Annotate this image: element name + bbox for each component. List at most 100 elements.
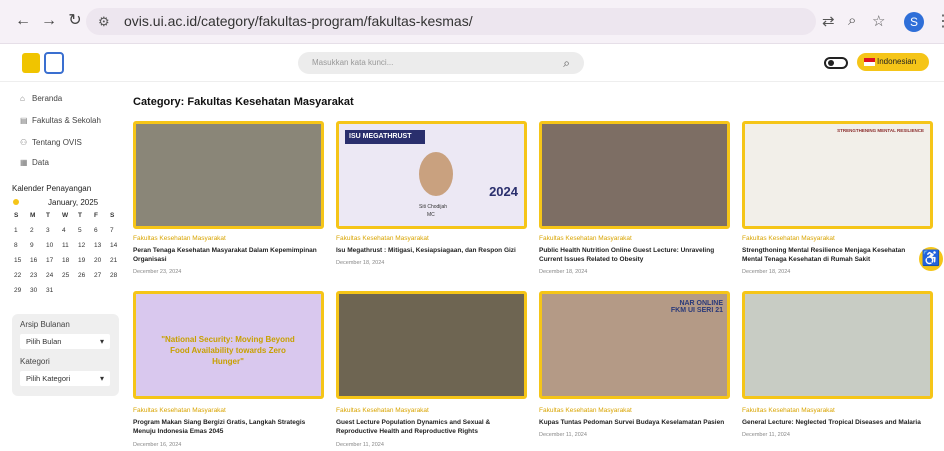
sidebar-item-fakultas[interactable]: ▤ Fakultas & Sekolah — [20, 116, 101, 125]
translate-icon[interactable]: ⇄ — [822, 12, 835, 30]
address-bar[interactable]: ⚙ ovis.ui.ac.id/category/fakultas-program… — [86, 8, 816, 35]
search-input[interactable]: Masukkan kata kunci... ⌕ — [298, 52, 584, 74]
card-date: December 18, 2024 — [742, 269, 791, 275]
thumb-speaker: Siti Chodijah — [419, 204, 448, 210]
sun-icon — [13, 199, 19, 205]
thumb-banner: STRENGTHENING MENTAL RESILIENCE — [837, 128, 924, 133]
calendar-day[interactable]: 17 — [46, 257, 62, 272]
calendar-day[interactable]: 6 — [94, 227, 110, 242]
weekday-label: T — [78, 212, 82, 219]
calendar-day[interactable]: 23 — [30, 272, 46, 287]
user-icon: ⚇ — [20, 138, 28, 147]
video-thumbnail[interactable]: STRENGTHENING MENTAL RESILIENCE — [742, 121, 933, 229]
home-icon: ⌂ — [20, 94, 25, 103]
calendar-day[interactable]: 4 — [62, 227, 78, 242]
calendar-month: January, 2025 — [48, 198, 99, 207]
card-title[interactable]: Public Health Nutrition Online Guest Lec… — [539, 246, 735, 264]
language-select[interactable]: Indonesian — [857, 53, 929, 71]
search-icon[interactable]: ⌕ — [563, 52, 570, 74]
video-thumbnail[interactable]: ISU MEGATHRUST Siti Chodijah MC 2024 — [336, 121, 527, 229]
calendar-day[interactable]: 28 — [110, 272, 126, 287]
card-title[interactable]: Kupas Tuntas Pedoman Survei Budaya Kesel… — [539, 418, 735, 427]
calendar-day[interactable]: 18 — [62, 257, 78, 272]
zoom-icon[interactable]: ⌕ — [848, 12, 856, 29]
calendar-day[interactable]: 30 — [30, 287, 46, 302]
video-thumbnail[interactable] — [336, 291, 527, 399]
url-text: ovis.ui.ac.id/category/fakultas-program/… — [124, 13, 473, 29]
card-category[interactable]: Fakultas Kesehatan Masyarakat — [336, 407, 429, 414]
card-title[interactable]: Strengthoning Mental Resilience Menjaga … — [742, 246, 924, 264]
calendar-day[interactable]: 29 — [14, 287, 30, 302]
calendar-day[interactable]: 27 — [94, 272, 110, 287]
site-info-icon[interactable]: ⚙ — [98, 8, 110, 35]
calendar-day[interactable]: 13 — [94, 242, 110, 257]
sidebar-item-data[interactable]: ▦ Data — [20, 158, 49, 167]
calendar-day[interactable]: 1 — [14, 227, 30, 242]
filter-panel: Arsip Bulanan Pilih Bulan Kategori Pilih… — [12, 314, 119, 396]
calendar-day[interactable]: 24 — [46, 272, 62, 287]
more-menu-icon[interactable]: ⋮ — [935, 11, 944, 31]
accessibility-icon[interactable]: ♿ — [919, 247, 943, 271]
calendar-day[interactable]: 3 — [46, 227, 62, 242]
calendar-day[interactable]: 11 — [62, 242, 78, 257]
weekday-label: S — [110, 212, 115, 219]
weekday-label: W — [62, 212, 69, 219]
sidebar-item-label: Fakultas & Sekolah — [32, 116, 101, 125]
ovis-logo[interactable] — [44, 52, 64, 74]
calendar-day[interactable]: 5 — [78, 227, 94, 242]
card-title[interactable]: Guest Lecture Population Dynamics and Se… — [336, 418, 516, 436]
card-title[interactable]: General Lecture: Neglected Tropical Dise… — [742, 418, 932, 427]
forward-icon[interactable]: → — [38, 10, 60, 32]
calendar-day[interactable]: 12 — [78, 242, 94, 257]
ui-logo[interactable] — [22, 53, 40, 73]
calendar-day[interactable]: 19 — [78, 257, 94, 272]
calendar-day[interactable]: 31 — [46, 287, 62, 302]
calendar-day[interactable]: 15 — [14, 257, 30, 272]
card-category[interactable]: Fakultas Kesehatan Masyarakat — [336, 235, 429, 242]
card-category[interactable]: Fakultas Kesehatan Masyarakat — [539, 235, 632, 242]
video-thumbnail[interactable] — [133, 121, 324, 229]
calendar-day[interactable]: 8 — [14, 242, 30, 257]
calendar-day[interactable]: 25 — [62, 272, 78, 287]
calendar-day[interactable]: 16 — [30, 257, 46, 272]
weekday-label: T — [46, 212, 50, 219]
calendar-day[interactable]: 7 — [110, 227, 126, 242]
theme-toggle[interactable] — [824, 57, 848, 69]
sidebar-item-tentang[interactable]: ⚇ Tentang OVIS — [20, 138, 82, 147]
calendar-day[interactable]: 22 — [14, 272, 30, 287]
reload-icon[interactable]: ↻ — [64, 10, 86, 32]
card-title[interactable]: Peran Tenaga Kesehatan Masyarakat Dalam … — [133, 246, 329, 264]
back-icon[interactable]: ← — [12, 10, 34, 32]
calendar-day[interactable]: 14 — [110, 242, 126, 257]
card-title[interactable]: Isu Megathrust : Mitigasi, Kesiapsiagaan… — [336, 246, 532, 255]
calendar-day[interactable]: 21 — [110, 257, 126, 272]
video-thumbnail[interactable]: NAR ONLINE FKM UI SERI 21 — [539, 291, 730, 399]
archive-select[interactable]: Pilih Bulan — [20, 334, 110, 349]
card-date: December 18, 2024 — [336, 260, 385, 266]
video-thumbnail[interactable] — [742, 291, 933, 399]
calendar-day[interactable]: 2 — [30, 227, 46, 242]
calendar-day[interactable]: 10 — [46, 242, 62, 257]
thumb-banner: ISU MEGATHRUST — [345, 130, 425, 144]
card-category[interactable]: Fakultas Kesehatan Masyarakat — [539, 407, 632, 414]
calendar-day[interactable]: 26 — [78, 272, 94, 287]
card-category[interactable]: Fakultas Kesehatan Masyarakat — [133, 407, 226, 414]
bookmark-star-icon[interactable]: ☆ — [872, 12, 885, 30]
thumb-role: MC — [427, 212, 435, 218]
sidebar-item-label: Data — [32, 158, 49, 167]
browser-toolbar: ← → ↻ ⚙ ovis.ui.ac.id/category/fakultas-p… — [0, 0, 944, 44]
card-date: December 23, 2024 — [133, 269, 182, 275]
video-thumbnail[interactable]: "National Security: Moving Beyond Food A… — [133, 291, 324, 399]
sidebar-item-beranda[interactable]: ⌂ Beranda — [20, 94, 62, 103]
card-category[interactable]: Fakultas Kesehatan Masyarakat — [742, 235, 835, 242]
card-title[interactable]: Program Makan Siang Bergizi Gratis, Lang… — [133, 418, 313, 436]
thumb-year: 2024 — [489, 184, 518, 199]
card-category[interactable]: Fakultas Kesehatan Masyarakat — [133, 235, 226, 242]
calendar-day[interactable]: 9 — [30, 242, 46, 257]
profile-avatar[interactable]: S — [904, 12, 924, 32]
category-select[interactable]: Pilih Kategori — [20, 371, 110, 386]
calendar-day[interactable]: 20 — [94, 257, 110, 272]
search-placeholder: Masukkan kata kunci... — [312, 58, 394, 67]
video-thumbnail[interactable] — [539, 121, 730, 229]
card-category[interactable]: Fakultas Kesehatan Masyarakat — [742, 407, 835, 414]
